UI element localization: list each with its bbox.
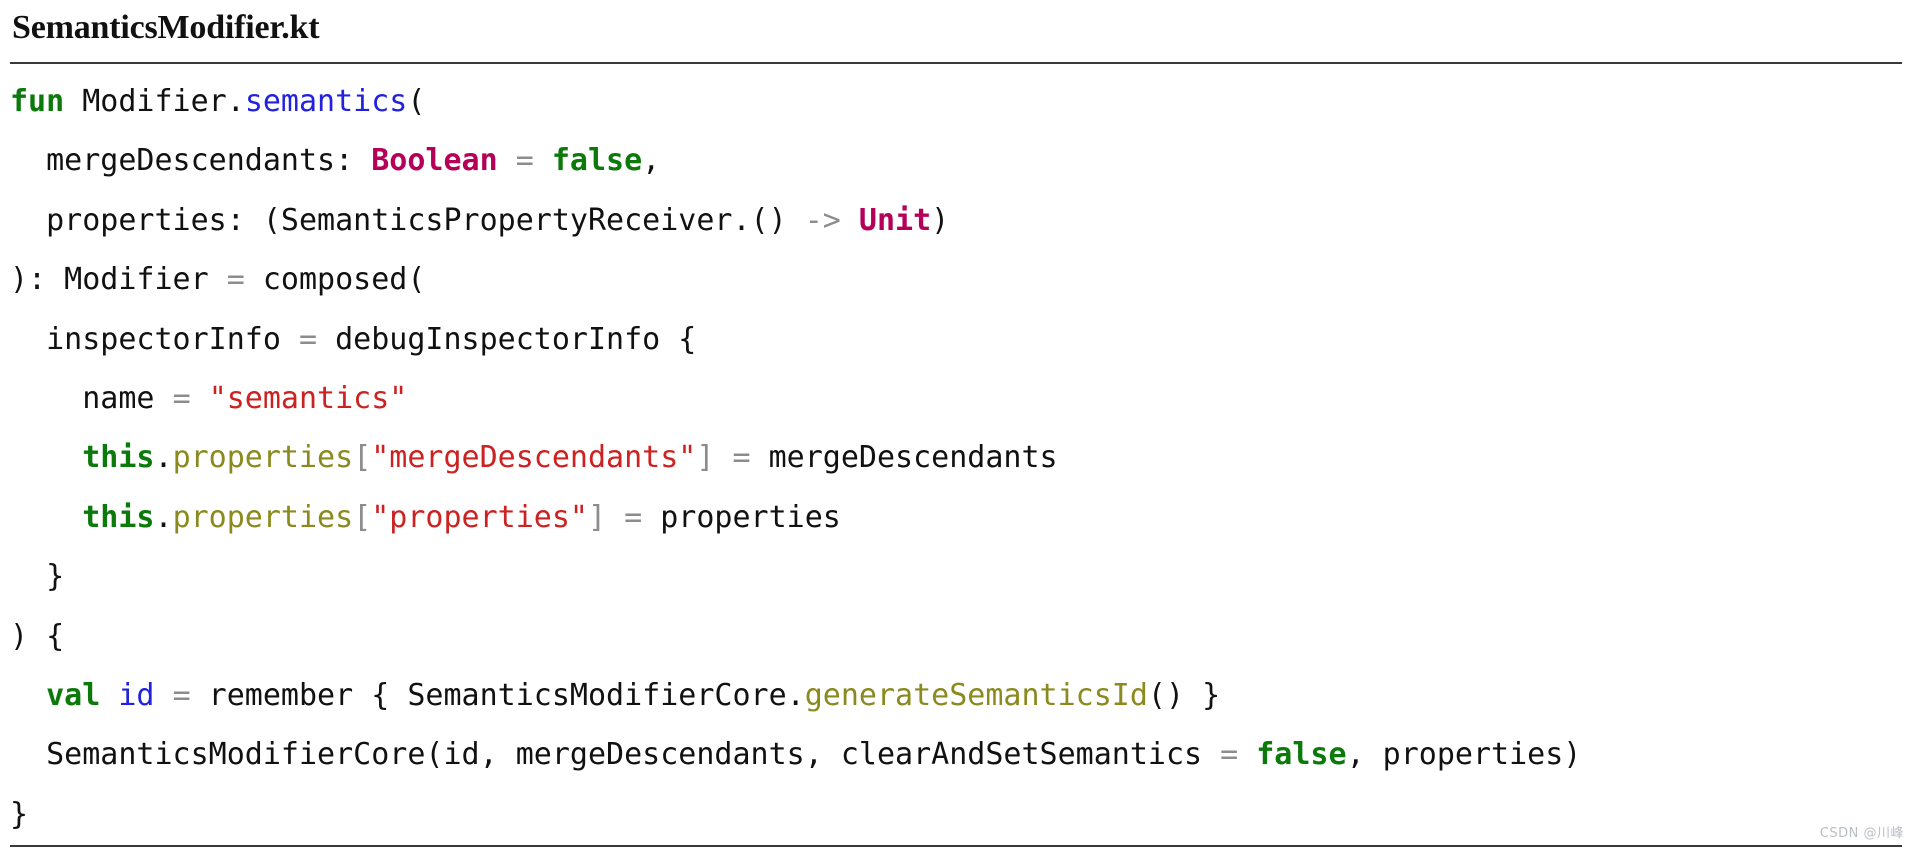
code-token: = [515, 143, 534, 179]
code-token: debugInspectorInfo { [317, 321, 697, 357]
code-token: remember { SemanticsModifierCore. [190, 677, 805, 713]
code-snippet-page: SemanticsModifier.kt fun Modifier.semant… [0, 0, 1912, 863]
code-token: properties [172, 440, 354, 476]
code-line: this.properties["properties"] = properti… [10, 488, 1910, 547]
code-token: "mergeDescendants" [371, 440, 697, 476]
code-token: ) [931, 202, 950, 238]
page-title: SemanticsModifier.kt [12, 9, 320, 46]
code-line: } [10, 785, 1910, 844]
code-line: val id = remember { SemanticsModifierCor… [10, 666, 1910, 725]
code-token: val [46, 677, 101, 713]
code-line: fun Modifier.semantics( [10, 72, 1910, 131]
code-line: name = "semantics" [10, 369, 1910, 428]
code-token: , [642, 143, 661, 179]
code-token: } [10, 559, 65, 595]
code-block[interactable]: fun Modifier.semantics( mergeDescendants… [10, 72, 1910, 844]
code-line: this.properties["mergeDescendants"] = me… [10, 428, 1910, 487]
code-line: } [10, 547, 1910, 606]
code-token: false [1256, 737, 1347, 773]
code-token: () } [1147, 677, 1221, 713]
code-token: generateSemanticsId [804, 677, 1148, 713]
code-token: this [82, 499, 155, 535]
code-token: this [82, 440, 155, 476]
code-line: SemanticsModifierCore(id, mergeDescendan… [10, 725, 1910, 784]
code-token: [ [353, 499, 372, 535]
title-divider [10, 62, 1902, 64]
code-token: } [10, 796, 29, 832]
code-line: inspectorInfo = debugInspectorInfo { [10, 310, 1910, 369]
code-token: semantics [244, 84, 408, 119]
code-token: "properties" [371, 499, 588, 535]
code-token: = [172, 677, 191, 713]
code-line: ) { [10, 607, 1910, 666]
code-token: . [154, 499, 173, 535]
code-line: ): Modifier = composed( [10, 250, 1910, 309]
code-token: ) { [10, 618, 65, 654]
code-token: = [732, 440, 751, 476]
code-token: inspectorInfo [10, 321, 299, 357]
code-token: properties [172, 499, 354, 535]
code-token: = [298, 321, 318, 357]
code-token: , properties) [1346, 737, 1582, 773]
code-token: false [551, 143, 643, 179]
code-token: SemanticsModifierCore(id, mergeDescendan… [10, 737, 1221, 773]
code-token: ): Modifier [10, 262, 227, 298]
code-token: Modifier. [64, 84, 245, 119]
code-token: . [154, 440, 173, 476]
code-line: mergeDescendants: Boolean = false, [10, 131, 1910, 190]
code-token: properties: (SemanticsPropertyReceiver.(… [10, 202, 805, 238]
code-line: properties: (SemanticsPropertyReceiver.(… [10, 191, 1910, 250]
code-token: = [624, 499, 643, 535]
code-token: properties [642, 499, 841, 535]
code-token: ] [696, 440, 715, 476]
code-token: id [118, 677, 155, 713]
code-token: Unit [858, 202, 932, 238]
bottom-divider [10, 845, 1902, 847]
code-token: -> [804, 202, 841, 238]
code-token: mergeDescendants [750, 440, 1058, 476]
code-token: mergeDescendants: [10, 143, 372, 179]
code-token: = [226, 262, 245, 298]
code-token: = [172, 380, 191, 416]
code-token: = [1220, 737, 1239, 773]
code-token: [ [353, 440, 372, 476]
code-token: fun [10, 84, 65, 119]
watermark: CSDN @川峰 [1819, 826, 1904, 841]
code-token: Boolean [371, 143, 498, 179]
code-token: "semantics" [208, 380, 408, 416]
code-token: name [10, 380, 173, 416]
code-token: ( [407, 84, 426, 119]
code-token: composed( [244, 262, 426, 298]
code-token: ] [588, 499, 607, 535]
